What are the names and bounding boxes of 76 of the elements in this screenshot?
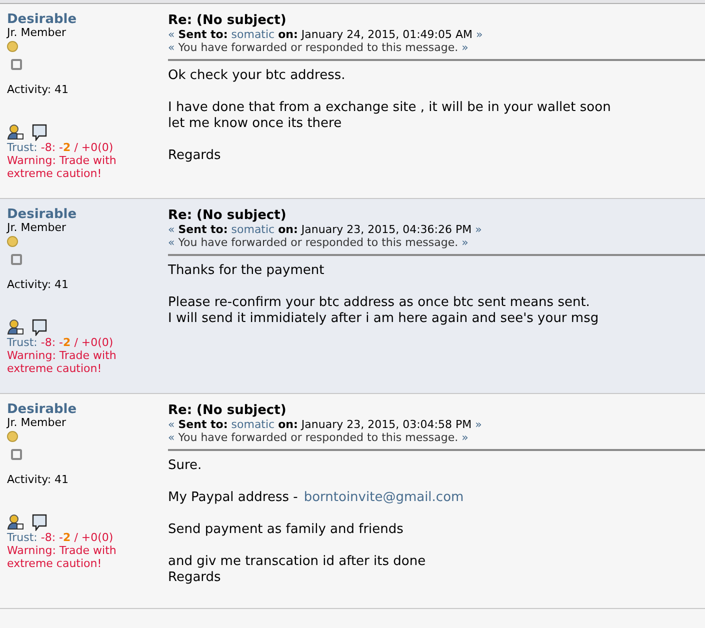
message-subject: Re: (No subject) — [168, 208, 288, 223]
quote-mark: » — [462, 236, 468, 249]
username-link[interactable]: Desirable — [7, 12, 77, 27]
message-subject: Re: (No subject) — [168, 13, 288, 28]
trust-recent: -2 — [59, 141, 71, 154]
message-status: You have forwarded or responded to this message. — [178, 41, 458, 54]
trust-warning: Warning: Trade with extreme caution! — [7, 544, 118, 570]
trust-label: Trust: — [7, 336, 38, 349]
quote-mark: » — [462, 41, 468, 54]
recipient-link[interactable]: somatic — [231, 28, 275, 41]
recipient-link[interactable]: somatic — [231, 418, 275, 431]
quote-mark: » — [476, 28, 483, 41]
square-icon — [11, 449, 22, 460]
message-date: January 23, 2015, 03:04:58 PM — [301, 418, 472, 431]
trust-label: Trust: — [7, 141, 38, 154]
message-text: My Paypal address - — [168, 490, 298, 505]
message-date: January 24, 2015, 01:49:05 AM — [301, 28, 472, 41]
on-label: on: — [278, 28, 298, 41]
quote-mark: » — [475, 418, 482, 431]
recipient-link[interactable]: somatic — [231, 223, 275, 236]
message-icon[interactable] — [32, 514, 47, 531]
quote-mark: « — [168, 431, 175, 444]
message-text: Regards — [168, 148, 221, 163]
message-text: Sure. — [168, 458, 202, 473]
trust-recent: -2 — [59, 531, 71, 544]
message-icon[interactable] — [32, 319, 47, 336]
message-icon[interactable] — [32, 124, 47, 141]
sent-to-label: Sent to: — [178, 418, 228, 431]
message-text: Thanks for the payment — [168, 263, 324, 278]
message-status: You have forwarded or responded to this message. — [178, 236, 458, 249]
trust-label: Trust: — [7, 531, 38, 544]
email-link[interactable]: borntoinvite@gmail.com — [304, 490, 464, 505]
quote-mark: » — [462, 431, 468, 444]
message-text: I have done that from a exchange site , it will be in your wallet soon let me know once its there — [168, 100, 611, 131]
message-date: January 23, 2015, 04:36:26 PM — [301, 223, 472, 236]
quote-mark: « — [168, 28, 175, 41]
trust-score: -8: — [40, 531, 56, 544]
square-icon — [11, 59, 22, 70]
message-text: Ok check your btc address. — [168, 68, 346, 83]
username-link[interactable]: Desirable — [7, 207, 77, 222]
sent-to-label: Sent to: — [178, 28, 228, 41]
trust-score: -8: — [40, 141, 56, 154]
activity-text: Activity: 41 — [7, 473, 69, 486]
coin-icon — [7, 41, 18, 52]
member-rank: Jr. Member — [7, 221, 66, 234]
quote-mark: « — [168, 223, 175, 236]
message-text: and giv me transcation id after its done Regards — [168, 554, 426, 585]
trust-total: / +0(0) — [74, 141, 114, 154]
member-rank: Jr. Member — [7, 26, 66, 39]
profile-icon[interactable] — [7, 124, 24, 140]
message-status: You have forwarded or responded to this message. — [178, 431, 458, 444]
trust-warning: Warning: Trade with extreme caution! — [7, 349, 118, 375]
trust-score: -8: — [40, 336, 56, 349]
message-text: Send payment as family and friends — [168, 522, 404, 537]
quote-mark: « — [168, 418, 175, 431]
activity-text: Activity: 41 — [7, 278, 69, 291]
coin-icon — [7, 431, 18, 442]
sent-to-label: Sent to: — [178, 223, 228, 236]
quote-mark: » — [475, 223, 482, 236]
username-link[interactable]: Desirable — [7, 402, 77, 417]
on-label: on: — [278, 223, 298, 236]
trust-recent: -2 — [59, 336, 71, 349]
message-text: Please re-confirm your btc address as once btc sent means sent. I will send it immidiately after i am here again and see's your msg — [168, 295, 599, 326]
message-subject: Re: (No subject) — [168, 403, 288, 418]
trust-warning: Warning: Trade with extreme caution! — [7, 154, 118, 180]
quote-mark: « — [168, 41, 175, 54]
coin-icon — [7, 236, 18, 247]
on-label: on: — [278, 418, 298, 431]
profile-icon[interactable] — [7, 514, 24, 530]
quote-mark: « — [168, 236, 175, 249]
member-rank: Jr. Member — [7, 416, 66, 429]
trust-total: / +0(0) — [74, 336, 114, 349]
trust-total: / +0(0) — [74, 531, 114, 544]
profile-icon[interactable] — [7, 319, 24, 335]
square-icon — [11, 254, 22, 265]
activity-text: Activity: 41 — [7, 83, 69, 96]
